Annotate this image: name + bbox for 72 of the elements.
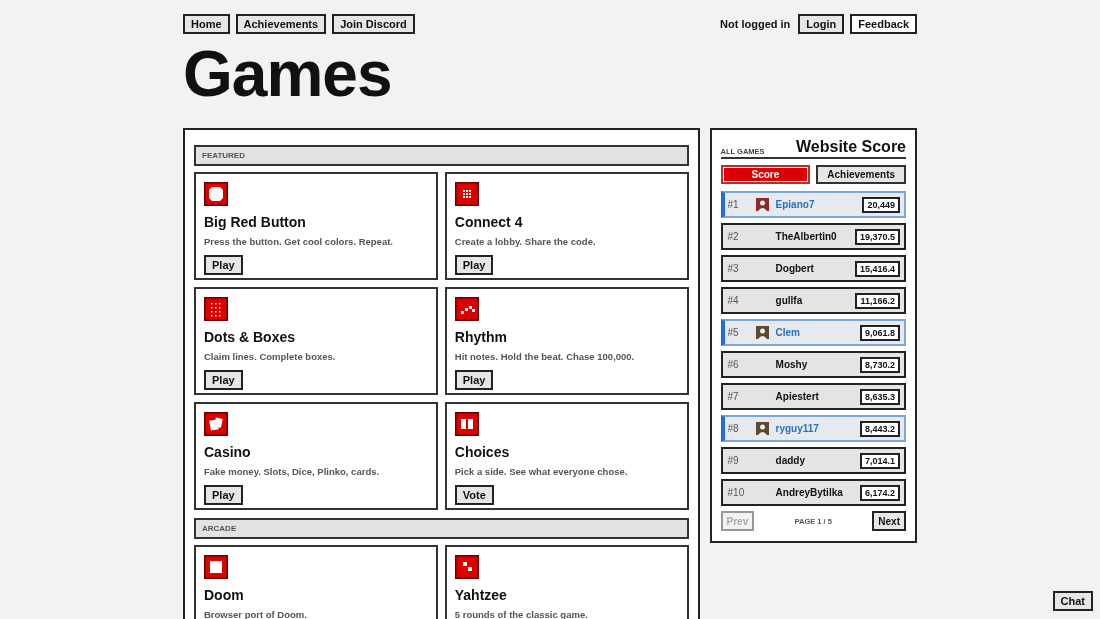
login-button[interactable]: Login: [798, 14, 845, 34]
rank: #5: [727, 327, 740, 338]
player-score: 7,014.1: [859, 452, 900, 469]
game-icon: [204, 297, 228, 321]
player-name: ryguy117: [775, 423, 820, 434]
player-name: TheAlbertin0: [775, 231, 838, 242]
login-status: Not logged in: [720, 18, 791, 30]
play-button[interactable]: Play: [204, 370, 243, 390]
game-icon: [454, 297, 479, 321]
rank: #4: [727, 295, 740, 306]
nav-link[interactable]: Home: [183, 14, 230, 34]
rank: #1: [727, 199, 740, 210]
feedback-button[interactable]: Feedback: [850, 14, 917, 34]
game-icon: [454, 182, 479, 206]
game-icon: [204, 412, 228, 436]
play-button[interactable]: Play: [204, 255, 243, 275]
rank: #7: [727, 391, 740, 402]
player-name: Epiano7: [775, 199, 816, 210]
game-title: Big Red Button: [204, 214, 307, 230]
play-button[interactable]: Play: [454, 370, 494, 390]
rank: #10: [727, 487, 746, 498]
player-score: 8,443.2: [859, 420, 900, 437]
rank: #9: [727, 455, 740, 466]
rank: #6: [727, 359, 740, 370]
page-title: Games: [183, 38, 393, 110]
section-header: FEATURED: [194, 145, 689, 166]
player-name: Dogbert: [775, 263, 815, 274]
rank: #3: [727, 263, 740, 274]
game-description: Press the button. Get cool colors. Repeat.: [204, 236, 394, 247]
nav-link[interactable]: Achievements: [235, 14, 327, 34]
player-name: gullfa: [775, 295, 804, 306]
rank: #2: [727, 231, 740, 242]
section-header: ARCADE: [194, 518, 689, 539]
game-icon: [204, 555, 228, 579]
play-button[interactable]: Vote: [454, 485, 494, 505]
game-title: Rhythm: [454, 329, 508, 345]
game-icon: [204, 182, 228, 206]
player-name: Moshy: [775, 359, 809, 370]
player-score: 6,174.2: [859, 484, 900, 501]
player-score: 15,416.4: [854, 260, 900, 277]
player-score: 19,370.5: [854, 228, 900, 245]
player-score: 8,730.2: [859, 356, 900, 373]
game-description: Claim lines. Complete boxes.: [204, 351, 337, 362]
game-title: Dots & Boxes: [204, 329, 297, 345]
player-name: Clem: [775, 327, 801, 338]
game-title: Connect 4: [454, 214, 524, 230]
game-description: Hit notes. Hold the beat. Chase 100,000.: [454, 351, 636, 362]
game-title: Yahtzee: [454, 587, 508, 603]
rank: #8: [727, 423, 740, 434]
game-description: Pick a side. See what everyone chose.: [454, 466, 629, 477]
player-score: 20,449: [862, 196, 900, 213]
game-title: Doom: [204, 587, 245, 603]
player-name: Apiestert: [775, 391, 820, 402]
next-button[interactable]: Next: [872, 511, 906, 531]
game-icon: [454, 555, 479, 579]
nav-link[interactable]: Join Discord: [332, 14, 415, 34]
player-score: 9,061.8: [859, 324, 900, 341]
player-name: AndreyBytilka: [775, 487, 844, 498]
game-description: Create a lobby. Share the code.: [454, 236, 597, 247]
chat-button[interactable]: Chat: [1052, 591, 1093, 611]
play-button[interactable]: Play: [454, 255, 494, 275]
leaderboard-tab[interactable]: Score: [720, 165, 811, 184]
game-title: Casino: [204, 444, 252, 460]
leaderboard-tab[interactable]: Achievements: [816, 165, 906, 184]
player-score: 11,166.2: [855, 292, 900, 309]
game-icon: [454, 412, 479, 436]
game-description: Fake money. Slots, Dice, Plinko, cards.: [204, 466, 381, 477]
play-button[interactable]: Play: [204, 485, 243, 505]
game-title: Choices: [454, 444, 511, 460]
player-score: 8,635.3: [859, 388, 900, 405]
player-name: daddy: [775, 455, 806, 466]
leaderboard-title: Website Score: [796, 138, 906, 156]
